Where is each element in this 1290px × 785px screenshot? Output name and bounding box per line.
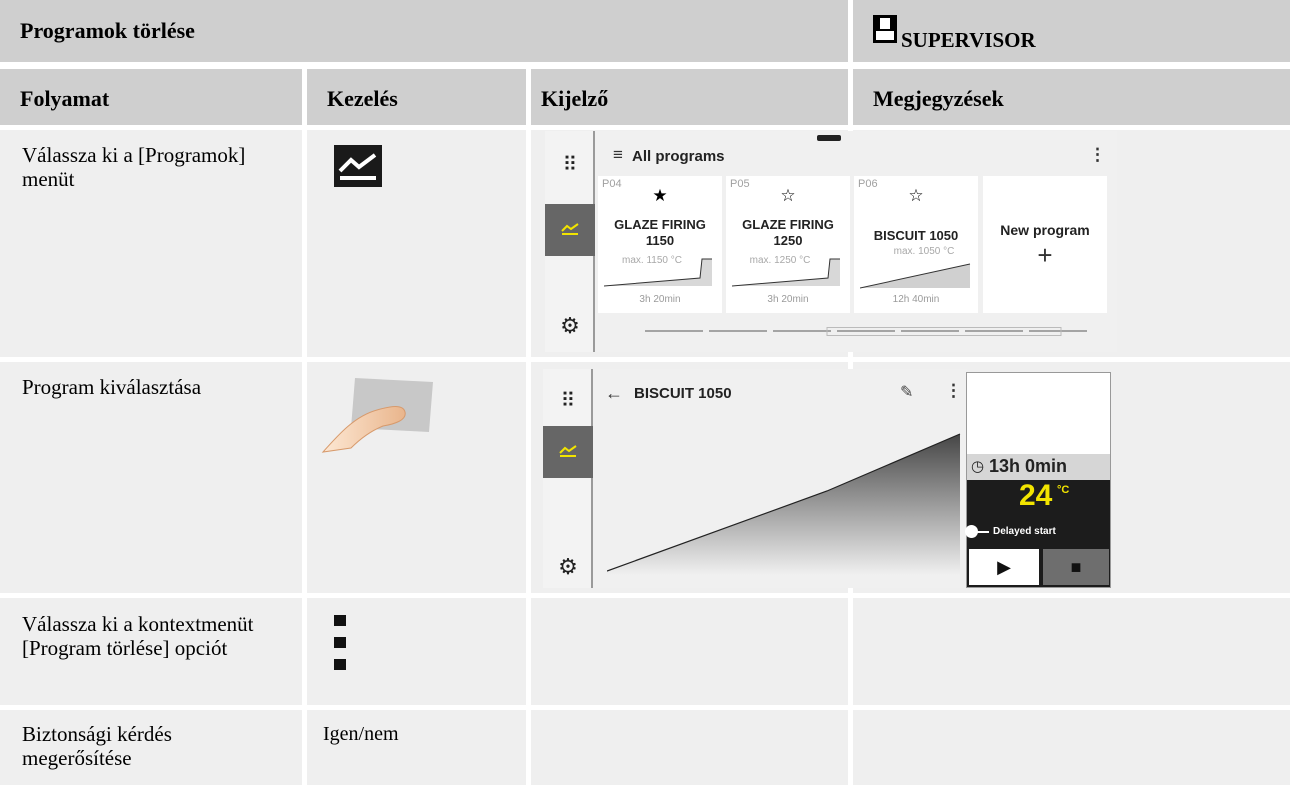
program-duration: 12h 40min [892, 294, 940, 305]
process-text: Biztonsági kérdés megerősítése [22, 722, 172, 770]
program-curve-chart [607, 433, 961, 575]
table-row-1-operation [307, 130, 526, 357]
program-duration: 3h 20min [639, 294, 681, 305]
column-header-operation: Kezelés [307, 69, 526, 125]
table-row-4-process: Biztonsági kérdés megerősítése [0, 710, 302, 785]
user-icon [873, 15, 897, 43]
more-menu-icon[interactable]: ⋮ [1089, 145, 1106, 165]
table-row-3-process: Válassza ki a kontextmenüt [Program törl… [0, 598, 302, 705]
program-card-p05[interactable]: P05 ☆ GLAZE FIRING 1250 max. 1250 °C 3h … [726, 176, 850, 313]
play-button[interactable]: ▶ [969, 549, 1039, 585]
delayed-start-toggle[interactable]: Delayed start [965, 523, 1110, 541]
new-program-label: New program [1000, 222, 1090, 238]
apps-grid-icon[interactable]: ⠿ [543, 391, 593, 411]
programs-rail-item[interactable] [543, 426, 593, 478]
program-curve [860, 263, 971, 289]
process-text: Válassza ki a [Programok] menüt [22, 143, 246, 191]
table-row-2-process: Program kiválasztása [0, 362, 302, 593]
screen-title: All programs [632, 148, 725, 165]
role-label: SUPERVISOR [901, 28, 1036, 52]
programs-rail-item[interactable] [545, 204, 595, 256]
toggle-track [977, 531, 989, 533]
play-icon: ▶ [997, 557, 1011, 577]
favorite-star-icon[interactable]: ☆ [854, 187, 978, 204]
new-program-card[interactable]: New program + [983, 176, 1107, 313]
table-row-3-display [531, 598, 848, 705]
remaining-duration: 13h 0min [989, 456, 1068, 476]
table-row-3-notes [853, 598, 1290, 705]
column-header-display: Kijelző [531, 69, 848, 125]
column-header-label: Kezelés [327, 86, 398, 111]
table-title: Programok törlése [20, 18, 195, 43]
table-row-1-process: Válassza ki a [Programok] menüt [0, 130, 302, 357]
process-text: Program kiválasztása [22, 375, 202, 399]
side-rail: ⠿ ⚙ [543, 369, 593, 588]
programs-screen: ⠿ ⚙ ≡ All programs ⋮ P04 ★ GLAZE FIRING … [545, 131, 1117, 352]
program-max-temp: max. 1050 °C [893, 246, 955, 257]
side-rail: ⠿ ⚙ [545, 131, 595, 352]
favorite-star-icon[interactable]: ★ [598, 187, 722, 204]
program-duration: 3h 20min [767, 294, 809, 305]
temperature-unit: °C [1057, 484, 1070, 496]
process-text: Válassza ki a kontextmenüt [Program törl… [22, 612, 254, 660]
table-title-cell: Programok törlése [0, 0, 848, 62]
program-card-p06[interactable]: P06 ☆ BISCUIT 1050 max. 1050 °C 12h 40mi… [854, 176, 978, 313]
column-header-label: Folyamat [20, 86, 110, 111]
status-panel: ◷ 13h 0min 24 °C Delayed start ▶ ■ [965, 372, 1111, 588]
settings-gear-icon[interactable]: ⚙ [543, 556, 593, 578]
page-indicator [645, 327, 1087, 336]
table-row-4-display [531, 710, 848, 785]
duration-bar: ◷ 13h 0min [967, 454, 1110, 480]
edit-pencil-icon[interactable]: ✎ [900, 382, 913, 402]
program-curve [604, 258, 712, 287]
program-curve [732, 258, 840, 287]
finger-tap-icon [321, 378, 433, 453]
add-icon[interactable]: + [983, 240, 1107, 271]
table-row-2-operation [307, 362, 526, 593]
programs-icon [559, 445, 577, 457]
back-arrow-icon[interactable]: ← [605, 383, 623, 404]
program-detail-screen: ⠿ ⚙ ← BISCUIT 1050 ✎ ⋮ [543, 369, 967, 588]
program-title: BISCUIT 1050 [634, 385, 732, 402]
column-header-notes: Megjegyzések [853, 69, 1290, 125]
settings-gear-icon[interactable]: ⚙ [545, 315, 595, 337]
current-temperature: 24 [1019, 479, 1053, 512]
context-menu-dots-icon [334, 615, 346, 670]
clock-icon: ◷ [971, 458, 985, 475]
delayed-start-label: Delayed start [993, 526, 1056, 537]
list-icon: ≡ [613, 145, 623, 164]
apps-grid-icon[interactable]: ⠿ [545, 155, 595, 175]
favorite-star-icon[interactable]: ☆ [726, 187, 850, 204]
operation-text: Igen/nem [323, 723, 399, 745]
stop-icon: ■ [1070, 557, 1082, 577]
program-name: GLAZE FIRING 1250 [742, 217, 834, 248]
more-menu-icon[interactable]: ⋮ [945, 381, 962, 401]
status-preview [967, 373, 1110, 454]
column-header-label: Megjegyzések [873, 86, 1004, 111]
top-notch [817, 135, 841, 141]
program-name: BISCUIT 1050 [873, 228, 959, 243]
table-row-4-operation: Igen/nem [307, 710, 526, 785]
table-row-4-notes [853, 710, 1290, 785]
program-name: GLAZE FIRING 1150 [614, 217, 706, 248]
program-card-p04[interactable]: P04 ★ GLAZE FIRING 1150 max. 1150 °C 3h … [598, 176, 722, 313]
column-header-label: Kijelző [541, 86, 609, 111]
programs-icon [561, 223, 579, 235]
programs-menu-icon [334, 145, 382, 187]
role-cell: SUPERVISOR [853, 0, 1290, 62]
stop-button[interactable]: ■ [1043, 549, 1109, 585]
table-row-3-operation [307, 598, 526, 705]
column-header-process: Folyamat [0, 69, 302, 125]
